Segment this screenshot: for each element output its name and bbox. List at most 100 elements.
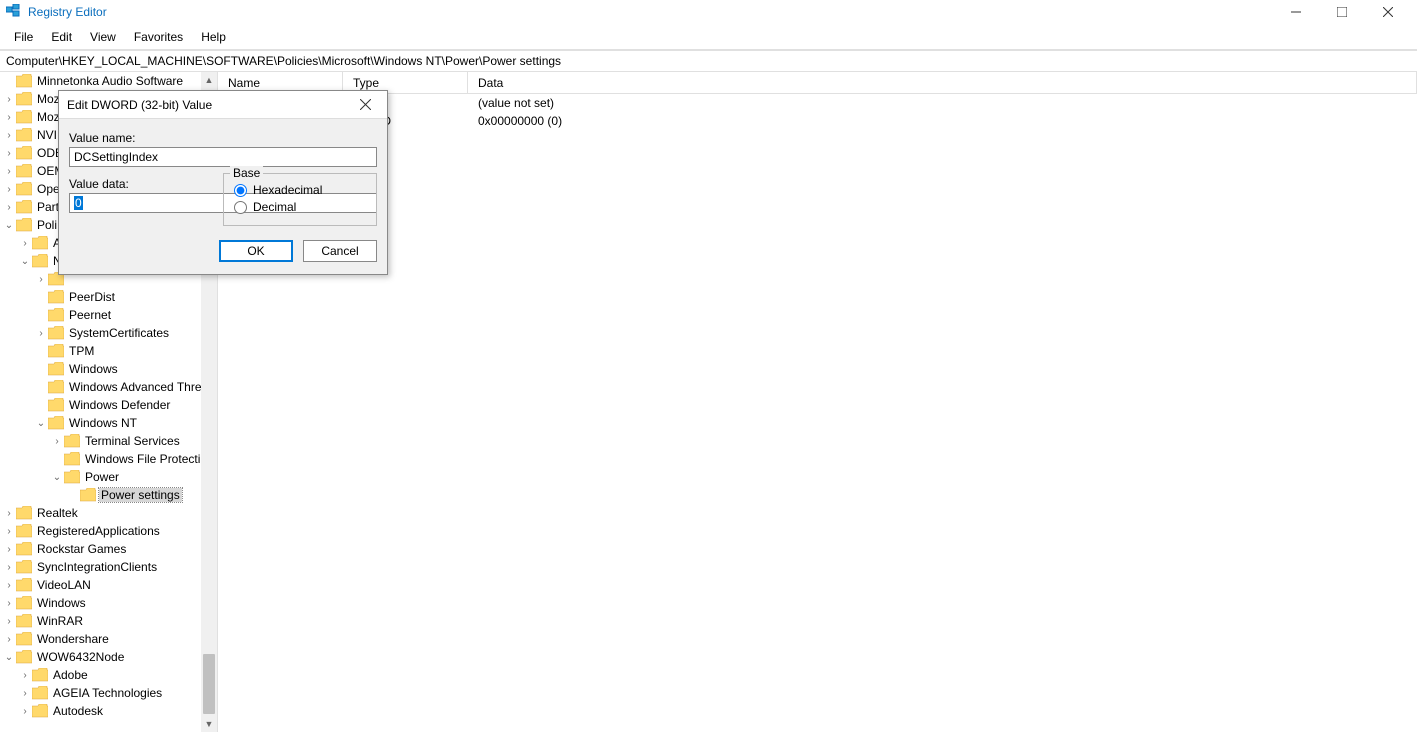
tree-item[interactable]: ›Terminal Services (0, 432, 217, 450)
folder-icon (16, 614, 32, 628)
folder-icon (48, 362, 64, 376)
ok-button[interactable]: OK (219, 240, 293, 262)
chevron-right-icon[interactable]: › (2, 112, 16, 123)
col-data[interactable]: Data (468, 72, 1417, 93)
tree-item[interactable]: ⌄WOW6432Node (0, 648, 217, 666)
chevron-right-icon[interactable]: › (2, 544, 16, 555)
tree-item[interactable]: Windows Advanced Thre (0, 378, 217, 396)
tree-item-label: Windows Defender (67, 398, 172, 412)
radio-dec[interactable]: Decimal (234, 200, 366, 214)
edit-dword-dialog: Edit DWORD (32-bit) Value Value name: Va… (58, 90, 388, 275)
chevron-right-icon[interactable]: › (2, 562, 16, 573)
tree-item[interactable]: ›RegisteredApplications (0, 522, 217, 540)
tree-item-label: Windows NT (67, 416, 139, 430)
folder-icon (32, 704, 48, 718)
scroll-thumb[interactable] (203, 654, 215, 714)
menu-file[interactable]: File (6, 28, 41, 46)
tree-item[interactable]: TPM (0, 342, 217, 360)
app-title: Registry Editor (28, 5, 107, 19)
folder-icon (16, 578, 32, 592)
tree-item[interactable]: Windows (0, 360, 217, 378)
chevron-down-icon[interactable]: ⌄ (34, 418, 48, 429)
chevron-right-icon[interactable]: › (2, 580, 16, 591)
tree-item[interactable]: ›WinRAR (0, 612, 217, 630)
chevron-down-icon[interactable]: ⌄ (2, 652, 16, 663)
chevron-right-icon[interactable]: › (2, 184, 16, 195)
tree-item[interactable]: › Wondershare (0, 630, 217, 648)
tree-item[interactable]: ⌄ Power (0, 468, 217, 486)
tree-item[interactable]: Minnetonka Audio Software (0, 72, 217, 90)
list-row[interactable]: (value not set) (218, 94, 1417, 112)
tree-item[interactable]: Power settings (0, 486, 217, 504)
address-bar[interactable]: Computer\HKEY_LOCAL_MACHINE\SOFTWARE\Pol… (0, 50, 1417, 72)
regedit-icon (6, 4, 22, 20)
radio-hex-input[interactable] (234, 184, 247, 197)
menu-view[interactable]: View (82, 28, 124, 46)
scroll-up-arrow-icon[interactable]: ▲ (201, 72, 217, 88)
close-window-button[interactable] (1365, 0, 1411, 24)
chevron-down-icon[interactable]: ⌄ (18, 256, 32, 267)
minimize-button[interactable] (1273, 0, 1319, 24)
folder-icon (16, 650, 32, 664)
chevron-right-icon[interactable]: › (2, 598, 16, 609)
dialog-titlebar[interactable]: Edit DWORD (32-bit) Value (59, 91, 387, 119)
chevron-right-icon[interactable]: › (2, 94, 16, 105)
chevron-right-icon[interactable]: › (2, 130, 16, 141)
close-icon (360, 99, 371, 110)
chevron-right-icon[interactable]: › (2, 166, 16, 177)
folder-icon (32, 668, 48, 682)
close-icon (1383, 7, 1393, 17)
chevron-right-icon[interactable]: › (34, 328, 48, 339)
folder-icon (48, 398, 64, 412)
dialog-close-button[interactable] (351, 93, 379, 117)
folder-icon (48, 308, 64, 322)
tree-item[interactable]: ›Adobe (0, 666, 217, 684)
chevron-down-icon[interactable]: ⌄ (2, 220, 16, 231)
tree-item[interactable]: Windows Defender (0, 396, 217, 414)
dialog-body: Value name: Value data: 0 Base Hexadecim… (59, 119, 387, 274)
folder-icon (64, 434, 80, 448)
chevron-down-icon[interactable]: ⌄ (50, 472, 64, 483)
tree-item[interactable]: › VideoLAN (0, 576, 217, 594)
chevron-right-icon[interactable]: › (2, 508, 16, 519)
chevron-right-icon[interactable]: › (50, 436, 64, 447)
tree-item[interactable]: ›AGEIA Technologies (0, 684, 217, 702)
menu-favorites[interactable]: Favorites (126, 28, 191, 46)
maximize-button[interactable] (1319, 0, 1365, 24)
tree-item[interactable]: PeerDist (0, 288, 217, 306)
chevron-right-icon[interactable]: › (18, 688, 32, 699)
list-panel[interactable]: Name Type Data (value not set) WORD 0x00… (218, 72, 1417, 732)
titlebar: Registry Editor (0, 0, 1417, 24)
folder-icon (16, 110, 32, 124)
radio-hex[interactable]: Hexadecimal (234, 183, 366, 197)
tree-item[interactable]: ⌄ Windows NT (0, 414, 217, 432)
folder-icon (16, 182, 32, 196)
chevron-right-icon[interactable]: › (2, 526, 16, 537)
tree-item-label: VideoLAN (35, 578, 93, 592)
chevron-right-icon[interactable]: › (2, 202, 16, 213)
radio-dec-input[interactable] (234, 201, 247, 214)
chevron-right-icon[interactable]: › (2, 148, 16, 159)
scroll-down-arrow-icon[interactable]: ▼ (201, 716, 217, 732)
tree-item-label: Wondershare (35, 632, 111, 646)
chevron-right-icon[interactable]: › (18, 706, 32, 717)
tree-item[interactable]: ›Windows (0, 594, 217, 612)
chevron-right-icon[interactable]: › (34, 274, 48, 285)
tree-item[interactable]: ›SyncIntegrationClients (0, 558, 217, 576)
chevron-right-icon[interactable]: › (2, 616, 16, 627)
tree-item[interactable]: ›SystemCertificates (0, 324, 217, 342)
chevron-right-icon[interactable]: › (18, 670, 32, 681)
tree-item[interactable]: ›Autodesk (0, 702, 217, 720)
cancel-button[interactable]: Cancel (303, 240, 377, 262)
tree-item-label: Power (83, 470, 121, 484)
tree-item[interactable]: Peernet (0, 306, 217, 324)
tree-item[interactable]: ›Realtek (0, 504, 217, 522)
list-row[interactable]: WORD 0x00000000 (0) (218, 112, 1417, 130)
value-name-input[interactable] (69, 147, 377, 167)
chevron-right-icon[interactable]: › (2, 634, 16, 645)
tree-item[interactable]: Windows File Protecti (0, 450, 217, 468)
tree-item[interactable]: ›Rockstar Games (0, 540, 217, 558)
menu-edit[interactable]: Edit (43, 28, 80, 46)
chevron-right-icon[interactable]: › (18, 238, 32, 249)
menu-help[interactable]: Help (193, 28, 234, 46)
